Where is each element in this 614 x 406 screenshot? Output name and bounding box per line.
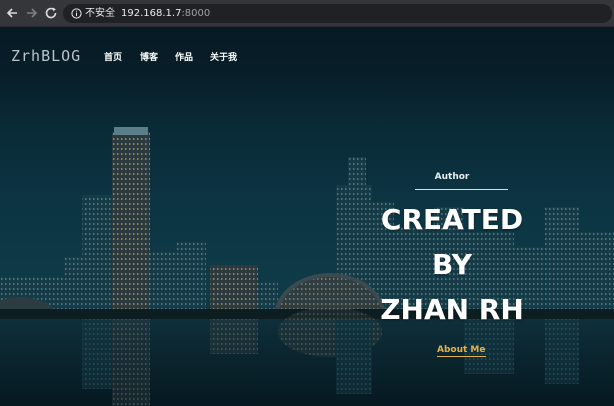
hero-divider (415, 189, 508, 190)
url-text[interactable]: 192.168.1.7:8000 (121, 7, 210, 20)
site-header: ZrhBLOG 首页 博客 作品 关于我 (0, 27, 614, 87)
author-label: Author (434, 172, 470, 182)
reload-icon[interactable] (44, 6, 58, 20)
hero-title-line-3: ZHAN RH (380, 293, 524, 326)
about-me-link[interactable]: About Me (437, 345, 486, 357)
back-arrow-icon[interactable] (5, 6, 19, 20)
address-bar[interactable]: 不安全 | 192.168.1.7:8000 (63, 4, 612, 23)
nav-works-link[interactable]: 作品 (175, 51, 193, 65)
url-separator: | (111, 7, 115, 18)
url-port: :8000 (181, 8, 211, 19)
hero-title-line-2: BY (431, 248, 473, 281)
nav-about-link[interactable]: 关于我 (210, 51, 237, 65)
nav-blog-link[interactable]: 博客 (140, 51, 158, 65)
url-host: 192.168.1.7 (121, 8, 182, 19)
site-logo[interactable]: ZrhBLOG (11, 47, 81, 65)
browser-toolbar: 不安全 | 192.168.1.7:8000 (0, 0, 614, 27)
nav-home-link[interactable]: 首页 (104, 51, 122, 65)
hero-section: Author CREATED BY ZHAN RH About Me (350, 167, 554, 367)
hero-title-line-1: CREATED (380, 203, 524, 236)
main-nav: 首页 博客 作品 关于我 (104, 51, 237, 65)
forward-arrow-icon[interactable] (25, 6, 39, 20)
page-viewport: ZrhBLOG 首页 博客 作品 关于我 Author CREATED BY Z… (0, 27, 614, 406)
info-icon[interactable] (71, 8, 82, 19)
